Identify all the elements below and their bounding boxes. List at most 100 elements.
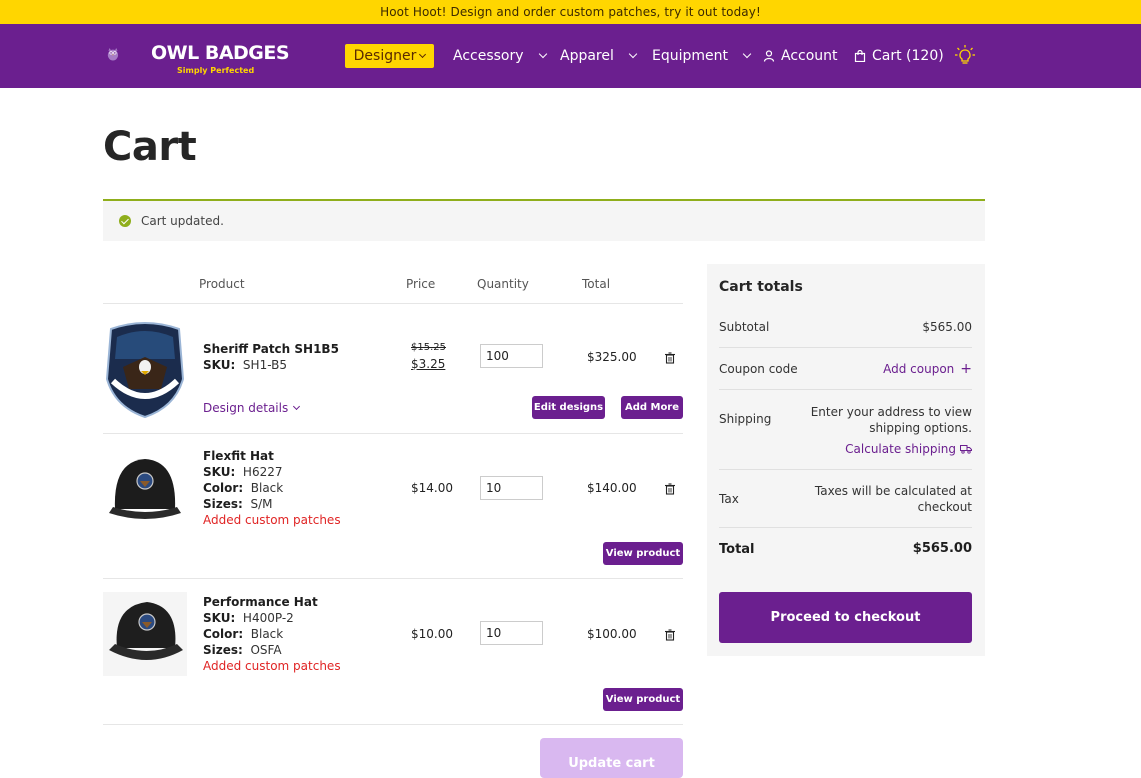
sku-value: H6227 <box>242 465 283 479</box>
item-price: $10.00 <box>411 627 453 641</box>
item-name[interactable]: Flexfit Hat <box>203 449 274 463</box>
chevron-down-icon <box>419 50 427 58</box>
nav-apparel[interactable]: Apparel <box>560 44 638 68</box>
header-product: Product <box>199 277 245 291</box>
nav-equipment-label: Equipment <box>652 48 728 64</box>
lightbulb-icon[interactable] <box>953 44 977 68</box>
sku-value: H400P-2 <box>242 611 294 625</box>
tax-line-2: checkout <box>917 500 972 514</box>
item-sizes: Sizes: OSFA <box>203 642 282 658</box>
divider <box>719 389 972 390</box>
divider <box>103 578 683 579</box>
plus-icon: + <box>960 361 972 377</box>
user-icon <box>763 50 775 62</box>
tax-label: Tax <box>719 492 739 506</box>
notice-text: Cart updated. <box>141 214 224 228</box>
quantity-input[interactable] <box>480 476 543 500</box>
total-value: $565.00 <box>912 541 972 556</box>
sku-label: SKU: <box>203 358 236 372</box>
sizes-value: S/M <box>250 497 273 511</box>
divider <box>719 527 972 528</box>
owl-logo-icon[interactable] <box>107 28 153 80</box>
performance-hat-thumbnail[interactable] <box>103 592 187 676</box>
nav-account[interactable]: Account <box>763 44 838 68</box>
total-label: Total <box>719 542 755 557</box>
item-sizes: Sizes: S/M <box>203 496 272 512</box>
divider <box>103 724 683 725</box>
main-navbar: OWL BADGES Simply Perfected Designer Acc… <box>0 24 1141 88</box>
divider <box>719 347 972 348</box>
trash-icon[interactable] <box>664 629 676 641</box>
sizes-label: Sizes: <box>203 643 243 657</box>
update-cart-button[interactable]: Update cart <box>540 738 683 778</box>
flexfit-hat-thumbnail[interactable] <box>103 447 187 531</box>
shipping-line-1: Enter your address to view <box>810 405 972 419</box>
item-name[interactable]: Performance Hat <box>203 595 318 609</box>
trash-icon[interactable] <box>664 352 676 364</box>
announcement-bar: Hoot Hoot! Design and order custom patch… <box>0 0 1141 24</box>
chevron-down-icon <box>628 49 638 59</box>
nav-accessory-label: Accessory <box>453 48 524 64</box>
cart-updated-notice: Cart updated. <box>103 199 985 241</box>
item-old-price: $15.25 <box>411 342 446 353</box>
nav-designer[interactable]: Designer <box>345 44 434 68</box>
chevron-down-icon <box>538 49 547 59</box>
divider <box>103 303 683 304</box>
chevron-down-icon <box>293 402 301 410</box>
announcement-text: Hoot Hoot! Design and order custom patch… <box>380 5 761 19</box>
nav-cart[interactable]: Cart (120) <box>854 44 944 68</box>
add-more-button[interactable]: Add More <box>621 396 683 419</box>
proceed-to-checkout-button[interactable]: Proceed to checkout <box>719 592 972 643</box>
truck-icon <box>960 445 972 454</box>
design-details-label: Design details <box>203 401 289 415</box>
tax-info: Taxes will be calculated at checkout <box>815 483 972 515</box>
design-details-toggle[interactable]: Design details <box>203 401 301 415</box>
calculate-shipping-link[interactable]: Calculate shipping <box>845 441 972 457</box>
custom-patches-note: Added custom patches <box>203 513 341 527</box>
item-name[interactable]: Sheriff Patch SH1B5 <box>203 342 339 356</box>
page-title: Cart <box>103 124 197 170</box>
divider <box>103 433 683 434</box>
color-value: Black <box>250 481 284 495</box>
cart-totals-panel: Cart totals Subtotal $565.00 Coupon code… <box>707 264 985 656</box>
color-label: Color: <box>203 627 244 641</box>
item-sale-price: $3.25 <box>411 357 446 371</box>
edit-designs-button[interactable]: Edit designs <box>532 396 605 419</box>
sku-label: SKU: <box>203 611 236 625</box>
sizes-label: Sizes: <box>203 497 243 511</box>
shipping-info: Enter your address to view shipping opti… <box>811 404 972 436</box>
shipping-label: Shipping <box>719 412 772 426</box>
color-value: Black <box>250 627 284 641</box>
header-total: Total <box>582 277 611 291</box>
view-product-button[interactable]: View product <box>603 688 683 711</box>
item-price: $14.00 <box>411 481 453 495</box>
add-coupon-label: Add coupon <box>883 362 955 376</box>
shopping-bag-icon <box>854 50 866 62</box>
nav-equipment[interactable]: Equipment <box>652 44 752 68</box>
sheriff-patch-thumbnail[interactable] <box>103 319 187 419</box>
nav-cart-label: Cart (120) <box>872 48 944 64</box>
item-total: $325.00 <box>587 350 637 364</box>
add-coupon-link[interactable]: Add coupon + <box>883 361 972 377</box>
header-quantity: Quantity <box>477 277 529 291</box>
trash-icon[interactable] <box>664 483 676 495</box>
brand-tagline: Simply Perfected <box>177 66 255 75</box>
color-label: Color: <box>203 481 244 495</box>
brand-name[interactable]: OWL BADGES <box>151 42 290 64</box>
chevron-down-icon <box>742 49 752 59</box>
item-sku: SKU: H400P-2 <box>203 610 294 626</box>
quantity-input[interactable] <box>480 621 543 645</box>
nav-apparel-label: Apparel <box>560 48 614 64</box>
item-total: $140.00 <box>587 481 637 495</box>
header-price: Price <box>406 277 436 291</box>
sku-label: SKU: <box>203 465 236 479</box>
quantity-input[interactable] <box>480 344 543 368</box>
nav-designer-label: Designer <box>353 48 417 64</box>
nav-accessory[interactable]: Accessory <box>453 44 547 68</box>
shipping-line-2: shipping options. <box>869 421 972 435</box>
view-product-button[interactable]: View product <box>603 542 683 565</box>
item-total: $100.00 <box>587 627 637 641</box>
item-color: Color: Black <box>203 626 283 642</box>
sku-value: SH1-B5 <box>242 358 287 372</box>
custom-patches-note: Added custom patches <box>203 659 341 673</box>
